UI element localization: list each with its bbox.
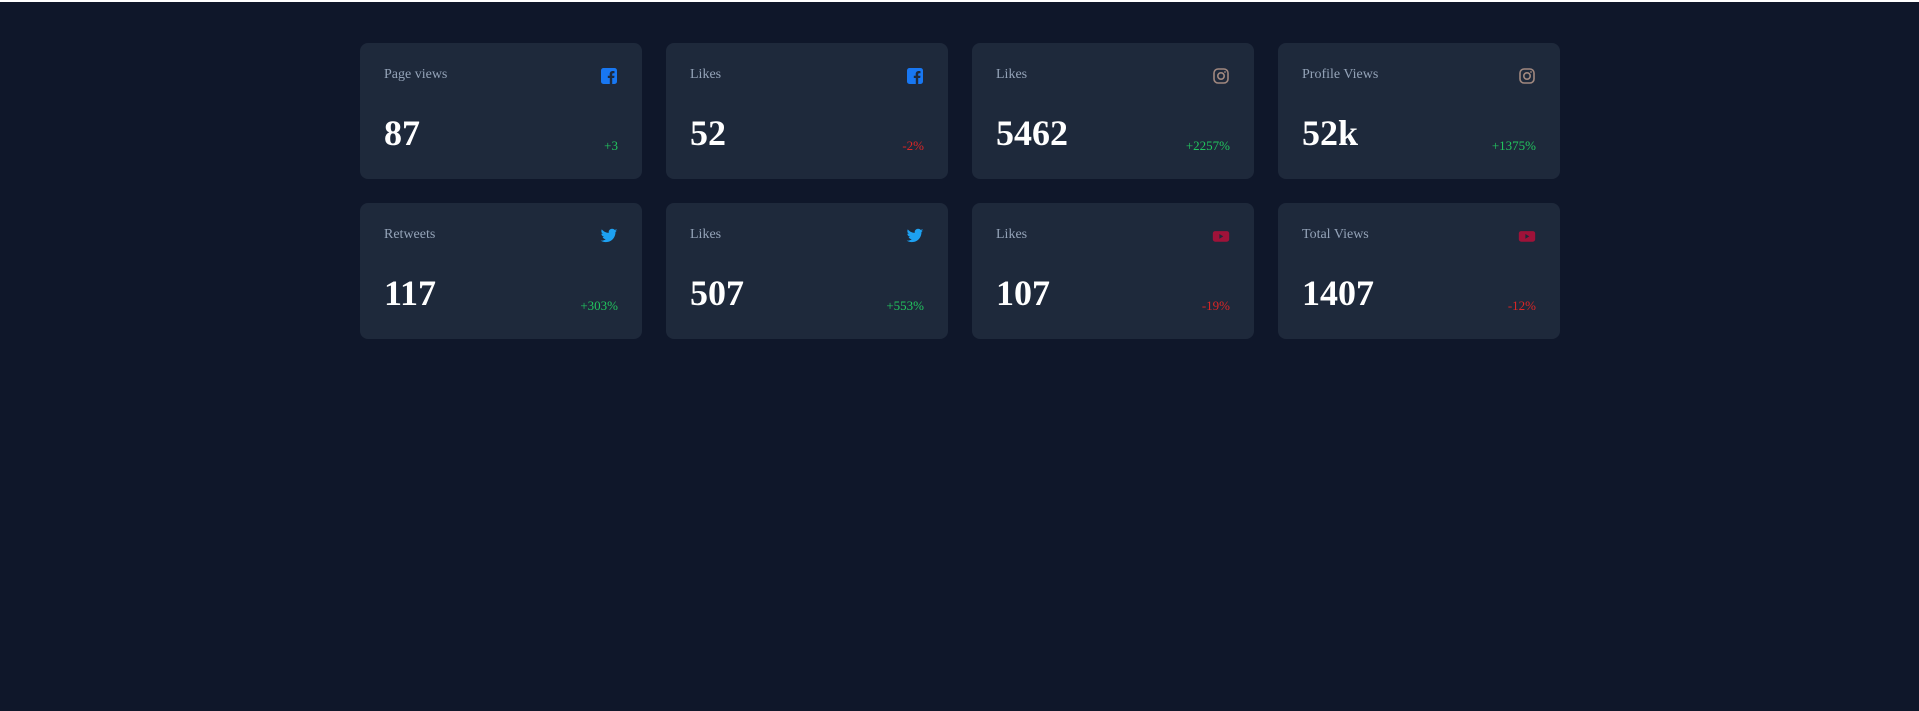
twitter-icon <box>906 227 924 245</box>
stat-value: 117 <box>384 273 437 313</box>
youtube-icon <box>1518 227 1536 245</box>
youtube-icon <box>1212 227 1230 245</box>
stat-card-twitter-retweets: Retweets 117 +303% <box>360 203 642 339</box>
stat-change: +1375% <box>1491 138 1536 153</box>
stat-change: +303% <box>580 298 618 313</box>
stat-card-youtube-likes: Likes 107 -19% <box>972 203 1254 339</box>
twitter-icon <box>600 227 618 245</box>
stat-value: 52k <box>1302 113 1359 153</box>
stat-card-instagram-profile-views: Profile Views 52k +1375% <box>1278 43 1560 179</box>
stat-label: Retweets <box>384 227 436 242</box>
stat-change: -19% <box>1201 298 1230 313</box>
stat-value: 1407 <box>1302 273 1374 313</box>
stat-change: -12% <box>1507 298 1536 313</box>
stat-card-facebook-likes: Likes 52 -2% <box>666 43 948 179</box>
stat-change: -2% <box>902 138 924 153</box>
stats-grid: Page views 87 +3 Likes 52 -2% Likes 5462… <box>360 43 1560 339</box>
facebook-icon <box>600 67 618 85</box>
stat-change: +2257% <box>1185 138 1230 153</box>
stat-card-instagram-likes: Likes 5462 +2257% <box>972 43 1254 179</box>
top-border <box>0 0 1919 2</box>
instagram-icon <box>1212 67 1230 85</box>
stat-label: Page views <box>384 67 448 82</box>
stat-value: 507 <box>690 273 744 313</box>
instagram-icon <box>1518 67 1536 85</box>
stat-label: Total Views <box>1302 227 1369 242</box>
stat-value: 87 <box>384 113 420 153</box>
stat-change: +3 <box>604 138 618 153</box>
stat-value: 5462 <box>996 113 1068 153</box>
stat-card-youtube-total-views: Total Views 1407 -12% <box>1278 203 1560 339</box>
stat-value: 107 <box>996 273 1050 313</box>
stat-change: +553% <box>886 298 924 313</box>
facebook-icon <box>906 67 924 85</box>
stat-label: Likes <box>996 67 1028 82</box>
stat-label: Likes <box>690 227 722 242</box>
stat-value: 52 <box>690 113 726 153</box>
stat-card-twitter-likes: Likes 507 +553% <box>666 203 948 339</box>
stat-label: Likes <box>996 227 1028 242</box>
stat-card-facebook-page-views: Page views 87 +3 <box>360 43 642 179</box>
stat-label: Likes <box>690 67 722 82</box>
stat-label: Profile Views <box>1302 67 1379 82</box>
